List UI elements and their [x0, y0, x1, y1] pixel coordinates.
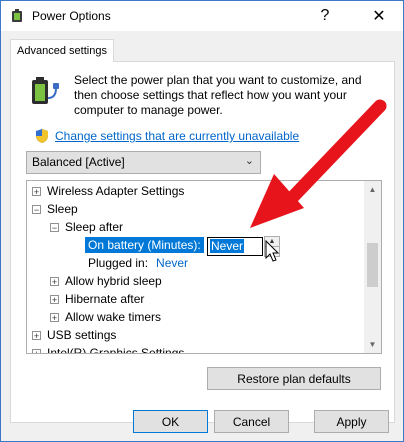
tree-item-label: Sleep [47, 202, 78, 216]
power-plan-dropdown[interactable]: Balanced [Active] ⌄ [26, 151, 261, 174]
tree-item-hibernate-after[interactable]: + Hibernate after [50, 290, 144, 308]
expand-icon[interactable]: + [32, 186, 41, 196]
close-icon: ✕ [372, 8, 386, 25]
tree-item-on-battery[interactable]: On battery (Minutes): [85, 236, 204, 254]
tree-item-label: USB settings [47, 328, 117, 342]
scroll-down-icon[interactable]: ▼ [364, 336, 381, 353]
tree-item-label: Hibernate after [65, 292, 145, 306]
power-options-window: Power Options ? ✕ Advanced settings Sele… [0, 0, 404, 442]
tree-item-plugged-in[interactable]: Plugged in: Never [88, 254, 188, 272]
on-battery-label: On battery (Minutes): [85, 237, 204, 253]
expand-icon[interactable]: + [32, 330, 41, 340]
on-battery-minutes-input[interactable]: Never [207, 237, 263, 256]
help-icon: ? [320, 7, 330, 24]
tree-item-wake-timers[interactable]: + Allow wake timers [50, 308, 161, 326]
tree-item-wireless-adapter[interactable]: + Wireless Adapter Settings [32, 182, 184, 200]
tree-item-sleep[interactable]: − Sleep [32, 200, 78, 218]
tree-item-label: Sleep after [65, 220, 124, 234]
cancel-label: Cancel [232, 414, 271, 429]
scrollbar-thumb[interactable] [367, 243, 378, 287]
tree-item-label: Allow wake timers [65, 310, 162, 324]
restore-defaults-label: Restore plan defaults [237, 371, 351, 386]
collapse-icon[interactable]: − [50, 222, 59, 232]
collapse-icon[interactable]: − [32, 204, 41, 214]
chevron-down-icon: ⌄ [244, 155, 254, 167]
ok-button[interactable]: OK [133, 410, 208, 433]
tree-item-intel-graphics[interactable]: + Intel(R) Graphics Settings [32, 344, 185, 354]
apply-label: Apply [336, 414, 367, 429]
cancel-button[interactable]: Cancel [214, 410, 289, 433]
uac-shield-icon [36, 129, 48, 143]
restore-defaults-button[interactable]: Restore plan defaults [207, 367, 381, 390]
expand-icon[interactable]: + [50, 294, 59, 304]
power-options-icon [12, 9, 22, 22]
tree-item-label: Intel(R) Graphics Settings [47, 346, 185, 354]
plugged-in-label: Plugged in: [88, 256, 149, 270]
window-title: Power Options [32, 9, 111, 23]
expand-icon[interactable]: + [32, 348, 41, 353]
tree-item-label: Wireless Adapter Settings [47, 184, 185, 198]
help-button[interactable]: ? [303, 1, 347, 31]
battery-plug-icon [32, 77, 59, 104]
on-battery-value: Never [210, 239, 245, 253]
tree-scrollbar[interactable]: ▲ ▼ [364, 181, 381, 353]
change-settings-link[interactable]: Change settings that are currently unava… [55, 129, 299, 143]
settings-tree[interactable]: + Wireless Adapter Settings − Sleep − Sl… [26, 180, 382, 354]
tree-item-label: Allow hybrid sleep [65, 274, 162, 288]
tree-item-hybrid-sleep[interactable]: + Allow hybrid sleep [50, 272, 162, 290]
tree-item-sleep-after[interactable]: − Sleep after [50, 218, 123, 236]
ok-label: OK [161, 414, 180, 429]
mouse-cursor-icon [265, 240, 280, 262]
tab-advanced-settings[interactable]: Advanced settings [10, 39, 114, 62]
expand-icon[interactable]: + [50, 312, 59, 322]
scroll-up-icon[interactable]: ▲ [364, 181, 381, 198]
apply-button[interactable]: Apply [314, 410, 389, 433]
advanced-settings-panel: Select the power plan that you want to c… [10, 61, 395, 423]
title-bar: Power Options ? ✕ [1, 1, 403, 31]
close-button[interactable]: ✕ [357, 1, 401, 31]
plan-description: Select the power plan that you want to c… [74, 73, 362, 117]
dialog-body: Advanced settings Select the power plan … [1, 31, 403, 441]
power-plan-selected: Balanced [Active] [32, 155, 125, 169]
plugged-in-value-link[interactable]: Never [156, 256, 188, 270]
expand-icon[interactable]: + [50, 276, 59, 286]
tree-item-usb-settings[interactable]: + USB settings [32, 326, 116, 344]
